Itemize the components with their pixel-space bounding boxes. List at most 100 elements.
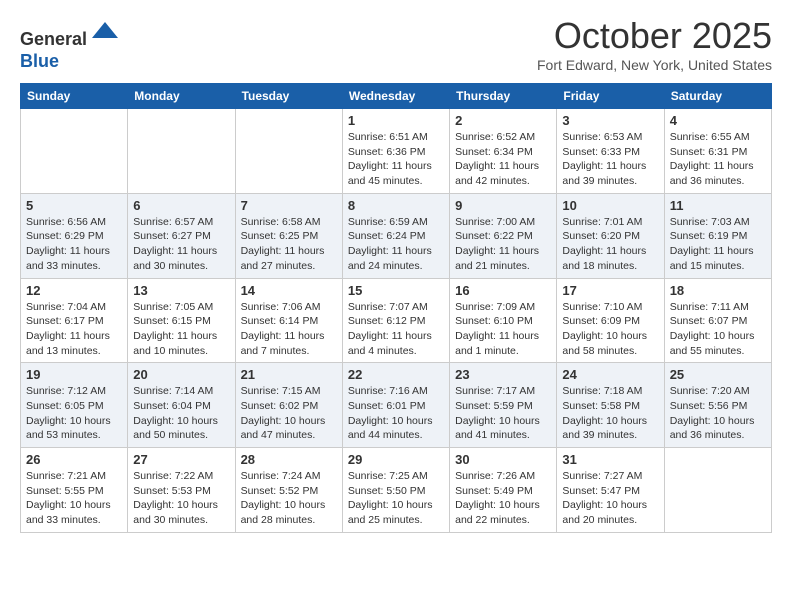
table-row: 25 Sunrise: 7:20 AMSunset: 5:56 PMDayligh… bbox=[664, 363, 771, 448]
day-number: 22 bbox=[348, 367, 444, 382]
day-info: Sunrise: 7:14 AMSunset: 6:04 PMDaylight:… bbox=[133, 384, 229, 443]
table-row: 14 Sunrise: 7:06 AMSunset: 6:14 PMDayligh… bbox=[235, 278, 342, 363]
day-number: 5 bbox=[26, 198, 122, 213]
day-number: 24 bbox=[562, 367, 658, 382]
calendar-week-row: 5 Sunrise: 6:56 AMSunset: 6:29 PMDaylight… bbox=[21, 193, 772, 278]
table-row bbox=[128, 109, 235, 194]
table-row: 26Sunrise: 7:21 AMSunset: 5:55 PMDayligh… bbox=[21, 448, 128, 533]
day-info: Sunrise: 7:20 AMSunset: 5:56 PMDaylight:… bbox=[670, 384, 766, 443]
table-row: 6 Sunrise: 6:57 AMSunset: 6:27 PMDaylight… bbox=[128, 193, 235, 278]
day-number: 17 bbox=[562, 283, 658, 298]
day-number: 20 bbox=[133, 367, 229, 382]
day-info: Sunrise: 7:04 AMSunset: 6:17 PMDaylight:… bbox=[26, 300, 122, 359]
day-info: Sunrise: 6:57 AMSunset: 6:27 PMDaylight:… bbox=[133, 215, 229, 274]
table-row: 20 Sunrise: 7:14 AMSunset: 6:04 PMDayligh… bbox=[128, 363, 235, 448]
day-number: 28 bbox=[241, 452, 337, 467]
day-number: 13 bbox=[133, 283, 229, 298]
day-number: 25 bbox=[670, 367, 766, 382]
table-row: 12 Sunrise: 7:04 AMSunset: 6:17 PMDayligh… bbox=[21, 278, 128, 363]
table-row: 23 Sunrise: 7:17 AMSunset: 5:59 PMDayligh… bbox=[450, 363, 557, 448]
col-monday: Monday bbox=[128, 84, 235, 109]
day-number: 14 bbox=[241, 283, 337, 298]
calendar-header-row: Sunday Monday Tuesday Wednesday Thursday… bbox=[21, 84, 772, 109]
col-saturday: Saturday bbox=[664, 84, 771, 109]
day-info: Sunrise: 7:06 AMSunset: 6:14 PMDaylight:… bbox=[241, 300, 337, 359]
page-header: General Blue October 2025 Fort Edward, N… bbox=[20, 15, 772, 73]
table-row: 5 Sunrise: 6:56 AMSunset: 6:29 PMDaylight… bbox=[21, 193, 128, 278]
day-number: 29 bbox=[348, 452, 444, 467]
table-row: 16Sunrise: 7:09 AMSunset: 6:10 PMDayligh… bbox=[450, 278, 557, 363]
table-row: 28 Sunrise: 7:24 AMSunset: 5:52 PMDayligh… bbox=[235, 448, 342, 533]
day-number: 27 bbox=[133, 452, 229, 467]
day-number: 3 bbox=[562, 113, 658, 128]
day-number: 4 bbox=[670, 113, 766, 128]
logo-blue: Blue bbox=[20, 51, 59, 71]
calendar-week-row: 12 Sunrise: 7:04 AMSunset: 6:17 PMDayligh… bbox=[21, 278, 772, 363]
day-number: 10 bbox=[562, 198, 658, 213]
day-number: 21 bbox=[241, 367, 337, 382]
day-info: Sunrise: 7:22 AMSunset: 5:53 PMDaylight:… bbox=[133, 469, 229, 528]
table-row: 15 Sunrise: 7:07 AMSunset: 6:12 PMDayligh… bbox=[342, 278, 449, 363]
day-number: 19 bbox=[26, 367, 122, 382]
day-info: Sunrise: 6:53 AMSunset: 6:33 PMDaylight:… bbox=[562, 130, 658, 189]
day-info: Sunrise: 7:05 AMSunset: 6:15 PMDaylight:… bbox=[133, 300, 229, 359]
table-row: 1 Sunrise: 6:51 AMSunset: 6:36 PMDaylight… bbox=[342, 109, 449, 194]
day-info: Sunrise: 6:51 AMSunset: 6:36 PMDaylight:… bbox=[348, 130, 444, 189]
table-row bbox=[21, 109, 128, 194]
table-row: 31 Sunrise: 7:27 AMSunset: 5:47 PMDayligh… bbox=[557, 448, 664, 533]
day-number: 8 bbox=[348, 198, 444, 213]
day-info: Sunrise: 7:15 AMSunset: 6:02 PMDaylight:… bbox=[241, 384, 337, 443]
day-info: Sunrise: 7:07 AMSunset: 6:12 PMDaylight:… bbox=[348, 300, 444, 359]
day-info: Sunrise: 6:56 AMSunset: 6:29 PMDaylight:… bbox=[26, 215, 122, 274]
day-number: 26 bbox=[26, 452, 122, 467]
day-info: Sunrise: 7:26 AMSunset: 5:49 PMDaylight:… bbox=[455, 469, 551, 528]
table-row: 8Sunrise: 6:59 AMSunset: 6:24 PMDaylight… bbox=[342, 193, 449, 278]
day-info: Sunrise: 7:11 AMSunset: 6:07 PMDaylight:… bbox=[670, 300, 766, 359]
day-number: 18 bbox=[670, 283, 766, 298]
day-info: Sunrise: 7:27 AMSunset: 5:47 PMDaylight:… bbox=[562, 469, 658, 528]
day-info: Sunrise: 7:17 AMSunset: 5:59 PMDaylight:… bbox=[455, 384, 551, 443]
calendar-week-row: 26Sunrise: 7:21 AMSunset: 5:55 PMDayligh… bbox=[21, 448, 772, 533]
table-row: 11Sunrise: 7:03 AMSunset: 6:19 PMDayligh… bbox=[664, 193, 771, 278]
month-title: October 2025 bbox=[537, 15, 772, 57]
col-friday: Friday bbox=[557, 84, 664, 109]
day-number: 30 bbox=[455, 452, 551, 467]
day-number: 2 bbox=[455, 113, 551, 128]
day-info: Sunrise: 7:16 AMSunset: 6:01 PMDaylight:… bbox=[348, 384, 444, 443]
day-info: Sunrise: 7:09 AMSunset: 6:10 PMDaylight:… bbox=[455, 300, 551, 359]
day-number: 1 bbox=[348, 113, 444, 128]
table-row bbox=[664, 448, 771, 533]
day-number: 7 bbox=[241, 198, 337, 213]
day-info: Sunrise: 7:01 AMSunset: 6:20 PMDaylight:… bbox=[562, 215, 658, 274]
calendar-table: Sunday Monday Tuesday Wednesday Thursday… bbox=[20, 83, 772, 533]
table-row: 9 Sunrise: 7:00 AMSunset: 6:22 PMDaylight… bbox=[450, 193, 557, 278]
day-info: Sunrise: 6:52 AMSunset: 6:34 PMDaylight:… bbox=[455, 130, 551, 189]
day-info: Sunrise: 7:03 AMSunset: 6:19 PMDaylight:… bbox=[670, 215, 766, 274]
day-number: 31 bbox=[562, 452, 658, 467]
table-row: 2 Sunrise: 6:52 AMSunset: 6:34 PMDaylight… bbox=[450, 109, 557, 194]
day-info: Sunrise: 6:58 AMSunset: 6:25 PMDaylight:… bbox=[241, 215, 337, 274]
table-row: 21 Sunrise: 7:15 AMSunset: 6:02 PMDayligh… bbox=[235, 363, 342, 448]
table-row bbox=[235, 109, 342, 194]
logo-general: General bbox=[20, 29, 87, 49]
day-info: Sunrise: 7:18 AMSunset: 5:58 PMDaylight:… bbox=[562, 384, 658, 443]
title-block: October 2025 Fort Edward, New York, Unit… bbox=[537, 15, 772, 73]
table-row: 29 Sunrise: 7:25 AMSunset: 5:50 PMDayligh… bbox=[342, 448, 449, 533]
day-number: 6 bbox=[133, 198, 229, 213]
day-info: Sunrise: 7:00 AMSunset: 6:22 PMDaylight:… bbox=[455, 215, 551, 274]
day-number: 23 bbox=[455, 367, 551, 382]
table-row: 27 Sunrise: 7:22 AMSunset: 5:53 PMDayligh… bbox=[128, 448, 235, 533]
day-info: Sunrise: 7:24 AMSunset: 5:52 PMDaylight:… bbox=[241, 469, 337, 528]
calendar-week-row: 1 Sunrise: 6:51 AMSunset: 6:36 PMDaylight… bbox=[21, 109, 772, 194]
day-info: Sunrise: 6:55 AMSunset: 6:31 PMDaylight:… bbox=[670, 130, 766, 189]
table-row: 24 Sunrise: 7:18 AMSunset: 5:58 PMDayligh… bbox=[557, 363, 664, 448]
day-info: Sunrise: 7:25 AMSunset: 5:50 PMDaylight:… bbox=[348, 469, 444, 528]
table-row: 7 Sunrise: 6:58 AMSunset: 6:25 PMDaylight… bbox=[235, 193, 342, 278]
day-number: 9 bbox=[455, 198, 551, 213]
day-number: 15 bbox=[348, 283, 444, 298]
day-number: 12 bbox=[26, 283, 122, 298]
location: Fort Edward, New York, United States bbox=[537, 57, 772, 73]
table-row: 18 Sunrise: 7:11 AMSunset: 6:07 PMDayligh… bbox=[664, 278, 771, 363]
col-thursday: Thursday bbox=[450, 84, 557, 109]
col-sunday: Sunday bbox=[21, 84, 128, 109]
